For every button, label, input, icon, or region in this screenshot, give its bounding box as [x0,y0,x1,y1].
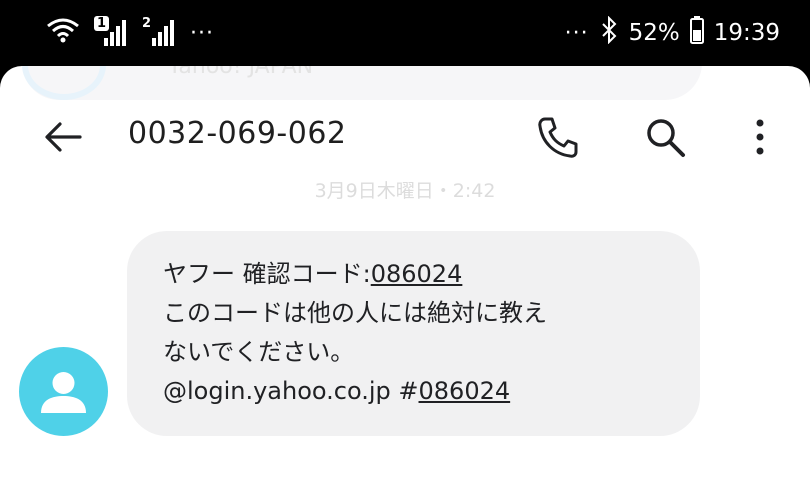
status-right: ··· 52% 19:39 [565,14,780,52]
sender-title: 0032-069-062 [128,116,347,151]
previous-conversation-chip [22,66,702,100]
status-overflow: ··· [564,20,589,46]
sim2-label: 2 [142,16,152,31]
date-separator: 3月9日木曜日・2:42 [314,180,496,202]
search-icon [647,119,685,157]
more-vert-icon [756,119,764,155]
verification-code-link[interactable]: 086024 [371,260,463,288]
signal-sim2-icon: 2 [142,16,176,48]
more-options-button[interactable] [742,114,778,160]
domain-code-link[interactable]: 086024 [419,377,511,405]
battery-icon [689,16,704,50]
conversation-sheet: Yahoo! JAPAN 0032-069-062 3月9日木曜日・2:42 ヤ… [0,66,810,486]
status-bar: 1 2 ··· ··· 52% 19:39 [0,0,810,66]
message-line-1: ヤフー 確認コード:086024 [163,255,664,294]
signal-sim1-icon: 1 [94,16,128,48]
message-line-1-text: ヤフー 確認コード: [163,260,371,288]
search-button[interactable] [640,112,690,162]
message-line-4: @login.yahoo.co.jp #086024 [163,372,664,411]
call-button[interactable] [532,112,582,162]
notification-overflow: ··· [190,20,214,46]
wifi-icon [46,16,80,50]
clock: 19:39 [713,20,780,46]
person-icon [41,372,86,413]
message-bubble[interactable]: ヤフー 確認コード:086024 このコードは他の人には絶対に教え ないでくださ… [127,231,700,436]
message-line-3: ないでください。 [163,338,355,366]
previous-conversation-label: Yahoo! JAPAN [168,66,314,79]
sim1-label: 1 [94,16,110,31]
status-left: 1 2 ··· [46,14,214,52]
battery-percent: 52% [628,20,680,46]
phone-icon [538,117,578,158]
back-arrow-icon [45,122,82,152]
message-line-2: このコードは他の人には絶対に教え [163,299,547,327]
bluetooth-icon [599,15,619,50]
sender-avatar[interactable] [19,347,108,436]
message-line-4-text: @login.yahoo.co.jp # [163,377,419,405]
app-bar: 0032-069-062 [0,106,810,166]
back-button[interactable] [40,114,86,160]
